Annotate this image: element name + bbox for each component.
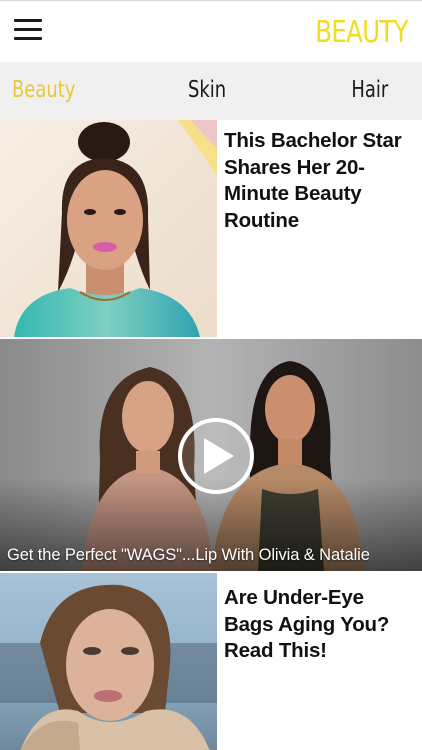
article-thumbnail[interactable] [0, 120, 217, 337]
tab-skin[interactable]: Skin [188, 75, 226, 105]
article-card[interactable]: This Bachelor Star Shares Her 20-Minute … [0, 120, 422, 337]
video-card[interactable]: Get the Perfect "WAGS"...Lip With Olivia… [0, 339, 422, 571]
article-card[interactable]: Are Under-Eye Bags Aging You? Read This! [0, 573, 422, 750]
brand-title[interactable]: BEAUTY [316, 13, 409, 53]
play-button[interactable] [178, 418, 254, 494]
play-icon [204, 438, 234, 474]
video-caption[interactable]: Get the Perfect "WAGS"...Lip With Olivia… [7, 546, 370, 565]
article-thumbnail[interactable] [0, 573, 217, 750]
article-headline[interactable]: Are Under-Eye Bags Aging You? Read This! [224, 585, 416, 665]
tab-hair[interactable]: Hair [351, 75, 388, 105]
category-tabs: Beauty Skin Hair [0, 62, 422, 120]
tab-beauty[interactable]: Beauty [12, 75, 75, 105]
hamburger-menu-icon[interactable] [14, 17, 44, 43]
app-screen: BEAUTY Beauty Skin Hair This Bachelor St… [0, 0, 422, 750]
article-headline[interactable]: This Bachelor Star Shares Her 20-Minute … [224, 128, 416, 234]
app-header: BEAUTY [0, 1, 422, 62]
